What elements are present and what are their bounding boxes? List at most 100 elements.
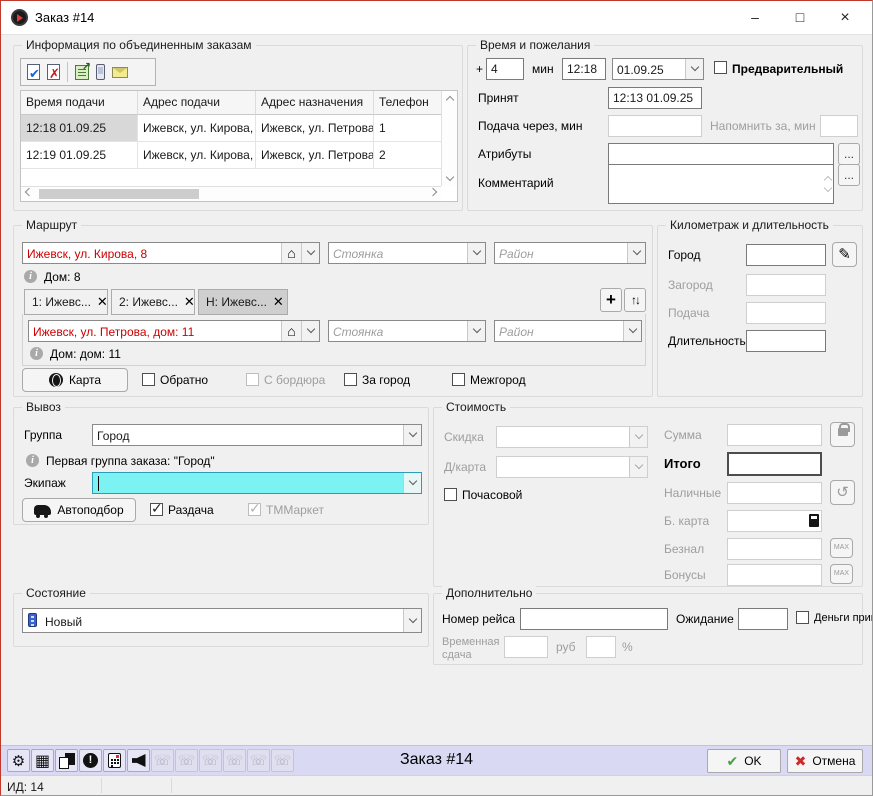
comment-more-button[interactable]: ... xyxy=(838,164,860,186)
cell-from[interactable]: Ижевск, ул. Кирова, ... xyxy=(138,142,256,169)
to-district-combo[interactable]: Район xyxy=(494,320,642,342)
remind-input[interactable] xyxy=(820,115,858,137)
chevron-down-icon[interactable] xyxy=(467,321,485,341)
attributes-input[interactable] xyxy=(608,143,834,165)
cancel-button[interactable]: ✖ Отмена xyxy=(787,749,863,773)
confirm-order-icon[interactable]: ✔ xyxy=(27,64,40,80)
refresh-icon[interactable]: ↺ xyxy=(830,480,855,505)
add-stop-button[interactable]: + xyxy=(600,288,622,312)
supply-km-input[interactable] xyxy=(746,302,826,324)
cashless-input[interactable] xyxy=(727,538,822,560)
date-combo[interactable]: 01.09.25 xyxy=(612,58,704,80)
auto-select-button[interactable]: Автоподбор xyxy=(22,498,136,522)
distribution-checkbox[interactable] xyxy=(150,503,163,516)
maximize-button[interactable]: □ xyxy=(783,1,817,34)
column-header[interactable]: Время подачи xyxy=(21,91,138,115)
to-stand-combo[interactable]: Стоянка xyxy=(328,320,486,342)
minutes-offset-input[interactable]: 4 xyxy=(486,58,524,80)
chevron-down-icon[interactable] xyxy=(629,427,647,447)
reorder-stops-button[interactable]: ↑↓ xyxy=(624,288,646,312)
lock-icon[interactable] xyxy=(830,422,855,447)
duration-input[interactable] xyxy=(746,330,826,352)
time-input[interactable]: 12:18 xyxy=(562,58,606,80)
cell-from[interactable]: Ижевск, ул. Кирова, 8 xyxy=(138,115,256,142)
chevron-down-icon[interactable] xyxy=(403,425,421,445)
ok-button[interactable]: ✔ OK xyxy=(707,749,781,773)
hourly-checkbox[interactable] xyxy=(444,488,457,501)
flight-input[interactable] xyxy=(520,608,668,630)
tab-close-icon[interactable]: ✕ xyxy=(184,294,195,310)
attributes-more-button[interactable]: ... xyxy=(838,143,860,165)
cell-phone[interactable]: 2 xyxy=(374,142,442,169)
route-tab-last[interactable]: Н: Ижевс... ✕ xyxy=(198,289,288,315)
column-header[interactable]: Адрес назначения xyxy=(256,91,374,115)
pencil-icon[interactable]: ✎ xyxy=(832,242,857,267)
cashless-max-button[interactable]: MAX xyxy=(830,538,853,558)
chevron-down-icon[interactable] xyxy=(301,243,319,263)
cell-time[interactable]: 12:18 01.09.25 xyxy=(21,115,138,142)
temp-change-pct-input[interactable] xyxy=(586,636,616,658)
comment-textarea[interactable] xyxy=(608,164,834,204)
sum-input[interactable] xyxy=(727,424,822,446)
total-input[interactable] xyxy=(727,452,822,476)
crew-combo[interactable] xyxy=(92,472,422,494)
column-header[interactable]: Телефон xyxy=(374,91,442,115)
delete-order-icon[interactable]: ✗ xyxy=(47,64,60,80)
scroll-up-icon[interactable] xyxy=(442,91,458,106)
state-combo[interactable]: Новый xyxy=(22,608,422,633)
accepted-input[interactable]: 12:13 01.09.25 xyxy=(608,87,702,109)
bonus-max-button[interactable]: MAX xyxy=(830,564,853,584)
house-icon[interactable]: ⌂ xyxy=(281,321,301,341)
from-stand-combo[interactable]: Стоянка xyxy=(328,242,486,264)
scroll-down-icon[interactable] xyxy=(442,171,458,186)
close-button[interactable]: × xyxy=(828,1,862,34)
minimize-button[interactable]: – xyxy=(738,1,772,34)
chevron-down-icon[interactable] xyxy=(403,609,421,632)
chevron-down-icon[interactable] xyxy=(627,243,645,263)
out-of-town-checkbox[interactable] xyxy=(344,373,357,386)
city-km-input[interactable] xyxy=(746,244,826,266)
back-checkbox[interactable] xyxy=(142,373,155,386)
intercity-checkbox[interactable] xyxy=(452,373,465,386)
tmmarket-checkbox[interactable] xyxy=(248,503,261,516)
wait-input[interactable] xyxy=(738,608,788,630)
from-district-combo[interactable]: Район xyxy=(494,242,646,264)
chevron-down-icon[interactable] xyxy=(467,243,485,263)
open-order-icon[interactable]: ↗ xyxy=(75,65,89,80)
route-tab-1[interactable]: 1: Ижевс... ✕ xyxy=(24,289,108,315)
house-icon[interactable]: ⌂ xyxy=(281,243,301,263)
bank-card-icon[interactable] xyxy=(809,514,819,527)
spin-down-icon[interactable] xyxy=(825,177,831,197)
send-message-icon[interactable] xyxy=(112,67,128,78)
route-tab-2[interactable]: 2: Ижевс... ✕ xyxy=(111,289,195,315)
chevron-down-icon[interactable] xyxy=(403,473,421,493)
chevron-down-icon[interactable] xyxy=(623,321,641,341)
dcard-combo[interactable] xyxy=(496,456,648,478)
chevron-down-icon[interactable] xyxy=(301,321,319,341)
group-combo[interactable]: Город xyxy=(92,424,422,446)
tab-close-icon[interactable]: ✕ xyxy=(97,294,108,310)
suburb-km-input[interactable] xyxy=(746,274,826,296)
cell-time[interactable]: 12:19 01.09.25 xyxy=(21,142,138,169)
bcard-input[interactable] xyxy=(727,510,822,532)
call-client-icon[interactable] xyxy=(96,64,105,80)
chevron-down-icon[interactable] xyxy=(685,59,703,79)
money-accepted-checkbox[interactable] xyxy=(796,611,809,624)
preliminary-checkbox[interactable] xyxy=(714,61,727,74)
hscroll-thumb[interactable] xyxy=(39,189,199,199)
column-header[interactable]: Адрес подачи xyxy=(138,91,256,115)
temp-change-rub-input[interactable] xyxy=(504,636,548,658)
chevron-down-icon[interactable] xyxy=(629,457,647,477)
cell-to[interactable]: Ижевск, ул. Петрова... xyxy=(256,142,374,169)
table-hscrollbar[interactable] xyxy=(21,186,441,201)
to-address-combo[interactable]: Ижевск, ул. Петрова, дом: 11 ⌂ xyxy=(28,320,320,342)
curb-checkbox[interactable] xyxy=(246,373,259,386)
discount-combo[interactable] xyxy=(496,426,648,448)
tab-close-icon[interactable]: ✕ xyxy=(273,294,284,310)
table-vscrollbar[interactable] xyxy=(441,91,457,186)
map-button[interactable]: Карта xyxy=(22,368,128,392)
bonus-input[interactable] xyxy=(727,564,822,586)
from-address-combo[interactable]: Ижевск, ул. Кирова, 8 ⌂ xyxy=(22,242,320,264)
scroll-right-icon[interactable] xyxy=(425,187,441,201)
scroll-left-icon[interactable] xyxy=(21,187,37,201)
